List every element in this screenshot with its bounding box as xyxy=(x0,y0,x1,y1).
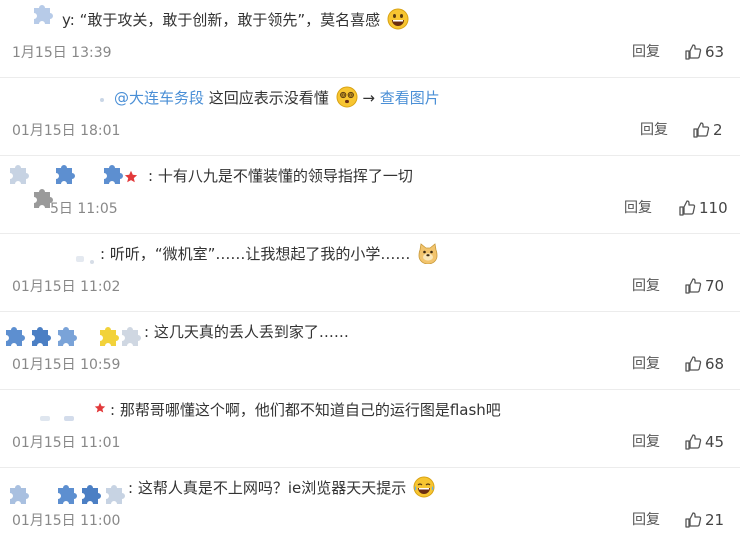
like-button[interactable]: 110 xyxy=(678,198,728,218)
like-count: 68 xyxy=(705,355,725,373)
thumbs-up-icon xyxy=(685,434,702,450)
thumbs-up-icon xyxy=(685,44,702,60)
comment-timestamp: 01月15日 11:01 xyxy=(12,435,121,451)
like-count: 21 xyxy=(705,511,725,529)
like-button[interactable]: 2 xyxy=(692,120,723,140)
comment-item: y: “敢于攻关，敢于创新，敢于领先”，莫名喜感 1月15日 13:39 回复 … xyxy=(0,0,740,78)
star-badge-icon xyxy=(94,402,106,413)
comment-text: “敢于攻关，敢于创新，敢于领先”，莫名喜感 xyxy=(79,11,381,29)
puzzle-mask-icon xyxy=(104,165,123,184)
comment-text-line: y: “敢于攻关，敢于创新，敢于领先”，莫名喜感 xyxy=(62,8,409,32)
mask-fragment xyxy=(76,256,84,262)
comment-text-line: : 听听，“微机室”……让我想起了我的小学…… xyxy=(100,242,439,266)
view-image-link[interactable]: 查看图片 xyxy=(380,89,440,107)
like-count: 110 xyxy=(699,199,728,217)
comment-timestamp: 01月15日 11:02 xyxy=(12,279,121,295)
comment-text: 这帮人真是不上网吗？ie浏览器天天提示 xyxy=(137,479,407,497)
thumbs-up-icon xyxy=(685,512,702,528)
comment-text: 十有八九是不懂装懂的领导指挥了一切 xyxy=(157,167,413,185)
like-count: 70 xyxy=(705,277,725,295)
comment-timestamp: 01月15日 18:01 xyxy=(12,123,121,139)
mask-fragment xyxy=(100,98,104,102)
reply-button[interactable]: 回复 xyxy=(632,277,660,295)
username-tail[interactable]: : xyxy=(100,245,105,263)
comment-item: : 那帮哥哪懂这个啊，他们都不知道自己的运行图是flash吧 01月15日 11… xyxy=(0,390,740,468)
username-obscured[interactable] xyxy=(0,468,140,512)
like-button[interactable]: 70 xyxy=(684,276,724,296)
comment-item: @大连车务段 这回应表示没看懂 → 查看图片 01月15日 18:01 回复 2 xyxy=(0,78,740,156)
like-count: 45 xyxy=(705,433,725,451)
comment-text: 听听，“微机室”……让我想起了我的小学…… xyxy=(109,245,411,263)
username-tail[interactable]: : xyxy=(128,479,133,497)
like-count: 2 xyxy=(713,121,723,139)
username-obscured[interactable] xyxy=(0,312,141,356)
comment-item: : 这帮人真是不上网吗？ie浏览器天天提示 01月15日 11:00 回复 21 xyxy=(0,468,740,540)
reply-button[interactable]: 回复 xyxy=(640,121,668,139)
comment-timestamp: 01月15日 10:59 xyxy=(12,357,121,373)
reply-button[interactable]: 回复 xyxy=(632,355,660,373)
username-tail[interactable]: : xyxy=(148,167,153,185)
comment-feed: y: “敢于攻关，敢于创新，敢于领先”，莫名喜感 1月15日 13:39 回复 … xyxy=(0,0,740,540)
username-tail[interactable]: y: xyxy=(62,11,75,29)
star-badge-icon xyxy=(124,170,138,183)
puzzle-mask-icon xyxy=(82,485,101,504)
puzzle-mask-icon xyxy=(122,327,141,346)
like-button[interactable]: 45 xyxy=(684,432,724,452)
puzzle-mask-icon xyxy=(58,485,77,504)
reply-button[interactable]: 回复 xyxy=(632,43,660,61)
username-tail[interactable]: : xyxy=(144,323,149,341)
thumbs-up-icon xyxy=(693,122,710,138)
puzzle-mask-icon xyxy=(100,327,119,346)
like-button[interactable]: 68 xyxy=(684,354,724,374)
comment-timestamp: 01月15日 11:00 xyxy=(12,513,121,529)
reply-button[interactable]: 回复 xyxy=(624,199,652,217)
arrow-separator: → xyxy=(362,89,375,107)
grinning-face-emoji xyxy=(387,8,409,30)
thumbs-up-icon xyxy=(679,200,696,216)
like-count: 63 xyxy=(705,43,725,61)
mask-fragment xyxy=(90,260,94,264)
puzzle-mask-icon xyxy=(34,5,53,24)
thumbs-up-icon xyxy=(685,278,702,294)
comment-text: 那帮哥哪懂这个啊，他们都不知道自己的运行图是flash吧 xyxy=(119,401,501,419)
reply-button[interactable]: 回复 xyxy=(632,433,660,451)
puzzle-mask-icon xyxy=(32,327,51,346)
comment-text: 这回应表示没看懂 xyxy=(208,89,329,107)
comment-item: : 这几天真的丢人丢到家了…… 01月15日 10:59 回复 68 xyxy=(0,312,740,390)
comment-text: 这几天真的丢人丢到家了…… xyxy=(153,323,349,341)
puzzle-mask-icon xyxy=(10,165,29,184)
comment-text-line: @大连车务段 这回应表示没看懂 → 查看图片 xyxy=(114,86,440,110)
mask-fragment xyxy=(64,416,74,421)
comment-text-line: : 十有八九是不懂装懂的领导指挥了一切 xyxy=(148,164,413,188)
puzzle-mask-icon xyxy=(10,485,29,504)
thumbs-up-icon xyxy=(685,356,702,372)
puzzle-mask-icon xyxy=(6,327,25,346)
mask-fragment xyxy=(40,416,50,421)
like-button[interactable]: 21 xyxy=(684,510,724,530)
username-tail[interactable]: : xyxy=(110,401,115,419)
comment-timestamp: 1月15日 13:39 xyxy=(12,45,112,61)
reply-button[interactable]: 回复 xyxy=(632,511,660,529)
username-obscured[interactable] xyxy=(0,156,140,233)
puzzle-mask-icon xyxy=(106,485,125,504)
puzzle-mask-icon xyxy=(58,327,77,346)
comment-item: : 听听，“微机室”……让我想起了我的小学…… 01月15日 11:02 回复 … xyxy=(0,234,740,312)
comment-text-line: : 那帮哥哪懂这个啊，他们都不知道自己的运行图是flash吧 xyxy=(110,398,501,422)
doge-emoji xyxy=(418,243,438,264)
tears-of-joy-emoji xyxy=(413,476,435,498)
puzzle-mask-icon xyxy=(56,165,75,184)
comment-text-line: : 这帮人真是不上网吗？ie浏览器天天提示 xyxy=(128,476,435,500)
comment-timestamp: 5日 11:05 xyxy=(50,201,118,217)
mention-link[interactable]: @大连车务段 xyxy=(114,89,204,107)
dizzy-face-emoji xyxy=(336,86,358,108)
like-button[interactable]: 63 xyxy=(684,42,724,62)
comment-text-line: : 这几天真的丢人丢到家了…… xyxy=(144,320,349,344)
comment-item: : 十有八九是不懂装懂的领导指挥了一切 5日 11:05 回复 110 xyxy=(0,156,740,234)
